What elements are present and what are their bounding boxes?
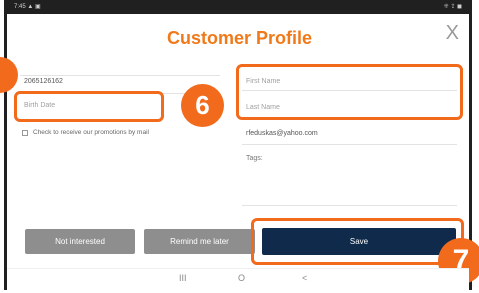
email-underline	[242, 144, 457, 145]
last-name-field[interactable]: Last Name	[246, 104, 280, 111]
status-right: ⁜ ⇪ ◼	[443, 4, 462, 10]
annotation-marker-6-label: 6	[195, 90, 210, 120]
save-label: Save	[349, 237, 369, 246]
close-button[interactable]: X	[446, 22, 459, 45]
recents-icon[interactable]: III	[179, 273, 187, 283]
status-left: 7:45 ▲ ▣	[14, 4, 41, 10]
first-name-field[interactable]: First Name	[246, 78, 280, 85]
not-interested-label: Not interested	[55, 237, 105, 246]
email-field[interactable]: rfeduskas@yahoo.com	[246, 130, 318, 137]
name-fields-highlight	[236, 64, 463, 120]
home-icon[interactable]: O	[238, 273, 245, 283]
top-divider-left	[20, 75, 220, 76]
birth-date-field[interactable]: Birth Date	[24, 102, 55, 109]
tags-label: Tags:	[246, 155, 263, 162]
tags-underline	[242, 205, 457, 206]
promo-checkbox-label: Check to receive our promotions by mail	[33, 129, 149, 136]
annotation-marker-6: 6	[181, 84, 224, 127]
promo-checkbox[interactable]	[22, 130, 28, 136]
close-icon[interactable]: X	[446, 22, 459, 44]
page-title: Customer Profile	[166, 28, 313, 48]
save-button[interactable]: Save	[262, 228, 456, 255]
android-nav-bar: III O <	[7, 268, 469, 291]
remind-later-button[interactable]: Remind me later	[144, 229, 255, 254]
remind-later-label: Remind me later	[170, 237, 229, 246]
phone-field[interactable]: 2065126162	[24, 78, 63, 85]
first-name-underline	[242, 90, 457, 91]
status-bar: 7:45 ▲ ▣ ⁜ ⇪ ◼	[4, 0, 472, 14]
not-interested-button[interactable]: Not interested	[25, 229, 135, 254]
back-icon[interactable]: <	[302, 273, 307, 283]
